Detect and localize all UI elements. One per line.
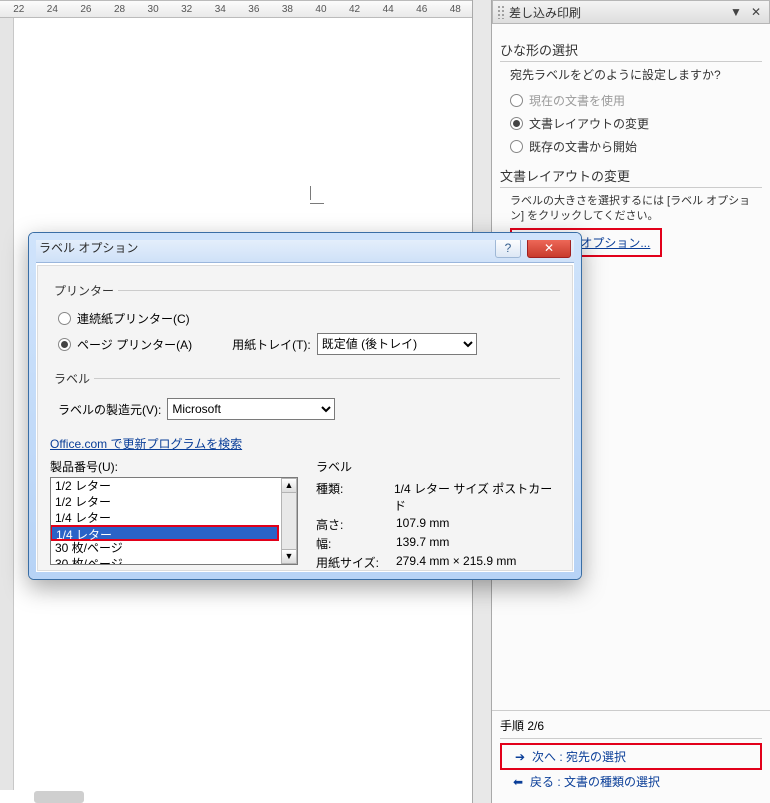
ruler-tick: 36 (237, 4, 271, 15)
paper-key: 用紙サイズ: (316, 554, 396, 571)
scroll-track[interactable] (281, 493, 297, 549)
width-value: 139.7 mm (396, 535, 449, 552)
arrow-right-icon: ➔ (514, 751, 526, 763)
ruler-tick: 42 (338, 4, 372, 15)
ruler-tick: 22 (2, 4, 36, 15)
horizontal-scrollbar-thumb[interactable] (34, 791, 84, 803)
step-navigation: 手順 2/6 ➔ 次へ : 宛先の選択 ⬅ 戻る : 文書の種類の選択 (492, 710, 770, 803)
radio-icon[interactable] (510, 140, 523, 153)
task-pane-close-button[interactable]: ✕ (747, 4, 765, 20)
dialog-close-button[interactable]: ✕ (527, 238, 571, 258)
ruler-tick: 44 (371, 4, 405, 15)
type-value: 1/4 レター サイズ ポストカード (394, 480, 560, 514)
product-number-listbox[interactable]: 1/2 レター1/2 レター1/4 レター1/4 レター30 枚/ページ30 枚… (50, 477, 298, 565)
next-step-text: 次へ : 宛先の選択 (532, 748, 626, 765)
radio-icon (510, 94, 523, 107)
page-corner-mark (310, 186, 328, 204)
ruler-tick: 48 (439, 4, 473, 15)
product-number-label: 製品番号(U): (50, 458, 298, 475)
printer-group: プリンター 連続紙プリンター(C) ページ プリンター(A) 用紙トレイ(T):… (50, 282, 560, 362)
listbox-item[interactable]: 30 枚/ページ (51, 556, 281, 565)
scroll-down-icon[interactable]: ▼ (281, 549, 297, 564)
template-option-label: 文書レイアウトの変更 (529, 115, 649, 132)
type-key: 種類: (316, 480, 394, 514)
ruler-tick: 46 (405, 4, 439, 15)
paper-value: 279.4 mm × 215.9 mm (396, 554, 516, 571)
label-legend: ラベル (50, 370, 94, 387)
next-step-highlight: ➔ 次へ : 宛先の選択 (500, 743, 762, 770)
ruler-tick: 28 (103, 4, 137, 15)
layout-hint: ラベルの大きさを選択するには [ラベル オプション] をクリックしてください。 (510, 194, 762, 224)
radio-page-printer[interactable] (58, 338, 71, 351)
template-question: 宛先ラベルをどのように設定しますか? (510, 66, 762, 83)
radio-icon[interactable] (510, 117, 523, 130)
office-update-link[interactable]: Office.com で更新プログラムを検索 (50, 437, 242, 451)
dialog-titlebar[interactable]: ラベル オプション ? ✕ (29, 233, 581, 263)
listbox-item[interactable]: 1/2 レター (51, 494, 281, 510)
printer-legend: プリンター (50, 282, 118, 299)
task-pane-header: 差し込み印刷 ▼ ✕ (492, 0, 770, 24)
prev-step-text: 戻る : 文書の種類の選択 (530, 773, 660, 790)
height-value: 107.9 mm (396, 516, 449, 533)
ruler-tick: 40 (304, 4, 338, 15)
ruler-tick: 30 (136, 4, 170, 15)
radio-page-label: ページ プリンター(A) (77, 336, 192, 353)
ruler-tick: 38 (271, 4, 305, 15)
section-template-title: ひな形の選択 (500, 38, 762, 62)
height-key: 高さ: (316, 516, 396, 533)
vendor-select[interactable]: Microsoft (167, 398, 335, 420)
left-gutter (0, 18, 14, 790)
scroll-up-icon[interactable]: ▲ (281, 478, 297, 493)
template-option-label: 現在の文書を使用 (529, 92, 625, 109)
dialog-help-button[interactable]: ? (495, 238, 521, 258)
section-layout-title: 文書レイアウトの変更 (500, 164, 762, 188)
template-option: 現在の文書を使用 (510, 89, 762, 112)
template-option[interactable]: 文書レイアウトの変更 (510, 112, 762, 135)
tray-label: 用紙トレイ(T): (232, 336, 311, 353)
step-counter: 手順 2/6 (500, 715, 762, 738)
listbox-item[interactable]: 1/4 レター (51, 510, 281, 526)
listbox-item[interactable]: 30 枚/ページ (51, 540, 281, 556)
radio-continuous-label: 連続紙プリンター(C) (77, 310, 190, 327)
radio-continuous-printer[interactable] (58, 312, 71, 325)
horizontal-ruler: 2224262830323436384042444648 (0, 0, 472, 18)
ruler-tick: 32 (170, 4, 204, 15)
task-pane-menu-button[interactable]: ▼ (727, 4, 745, 20)
label-group: ラベル ラベルの製造元(V): Microsoft (50, 370, 560, 427)
listbox-item[interactable]: 1/2 レター (51, 478, 281, 494)
vendor-label: ラベルの製造元(V): (58, 401, 161, 418)
next-step-link[interactable]: ➔ 次へ : 宛先の選択 (502, 745, 760, 768)
template-option[interactable]: 既存の文書から開始 (510, 135, 762, 158)
task-pane-title: 差し込み印刷 (509, 4, 725, 21)
dialog-title-text: ラベル オプション (39, 239, 495, 256)
ruler-tick: 34 (203, 4, 237, 15)
grip-icon[interactable] (497, 5, 505, 19)
template-option-label: 既存の文書から開始 (529, 138, 637, 155)
arrow-left-icon: ⬅ (512, 776, 524, 788)
prev-step-link[interactable]: ⬅ 戻る : 文書の種類の選択 (500, 770, 762, 793)
label-options-dialog: ラベル オプション ? ✕ プリンター 連続紙プリンター(C) ページ プリンタ… (28, 232, 582, 580)
listbox-scrollbar[interactable]: ▲ ▼ (281, 478, 297, 564)
listbox-item[interactable]: 1/4 レター (50, 525, 279, 541)
width-key: 幅: (316, 535, 396, 552)
tray-select[interactable]: 既定値 (後トレイ) (317, 333, 477, 355)
label-info-header: ラベル (316, 458, 560, 475)
ruler-tick: 24 (36, 4, 70, 15)
ruler-tick: 26 (69, 4, 103, 15)
